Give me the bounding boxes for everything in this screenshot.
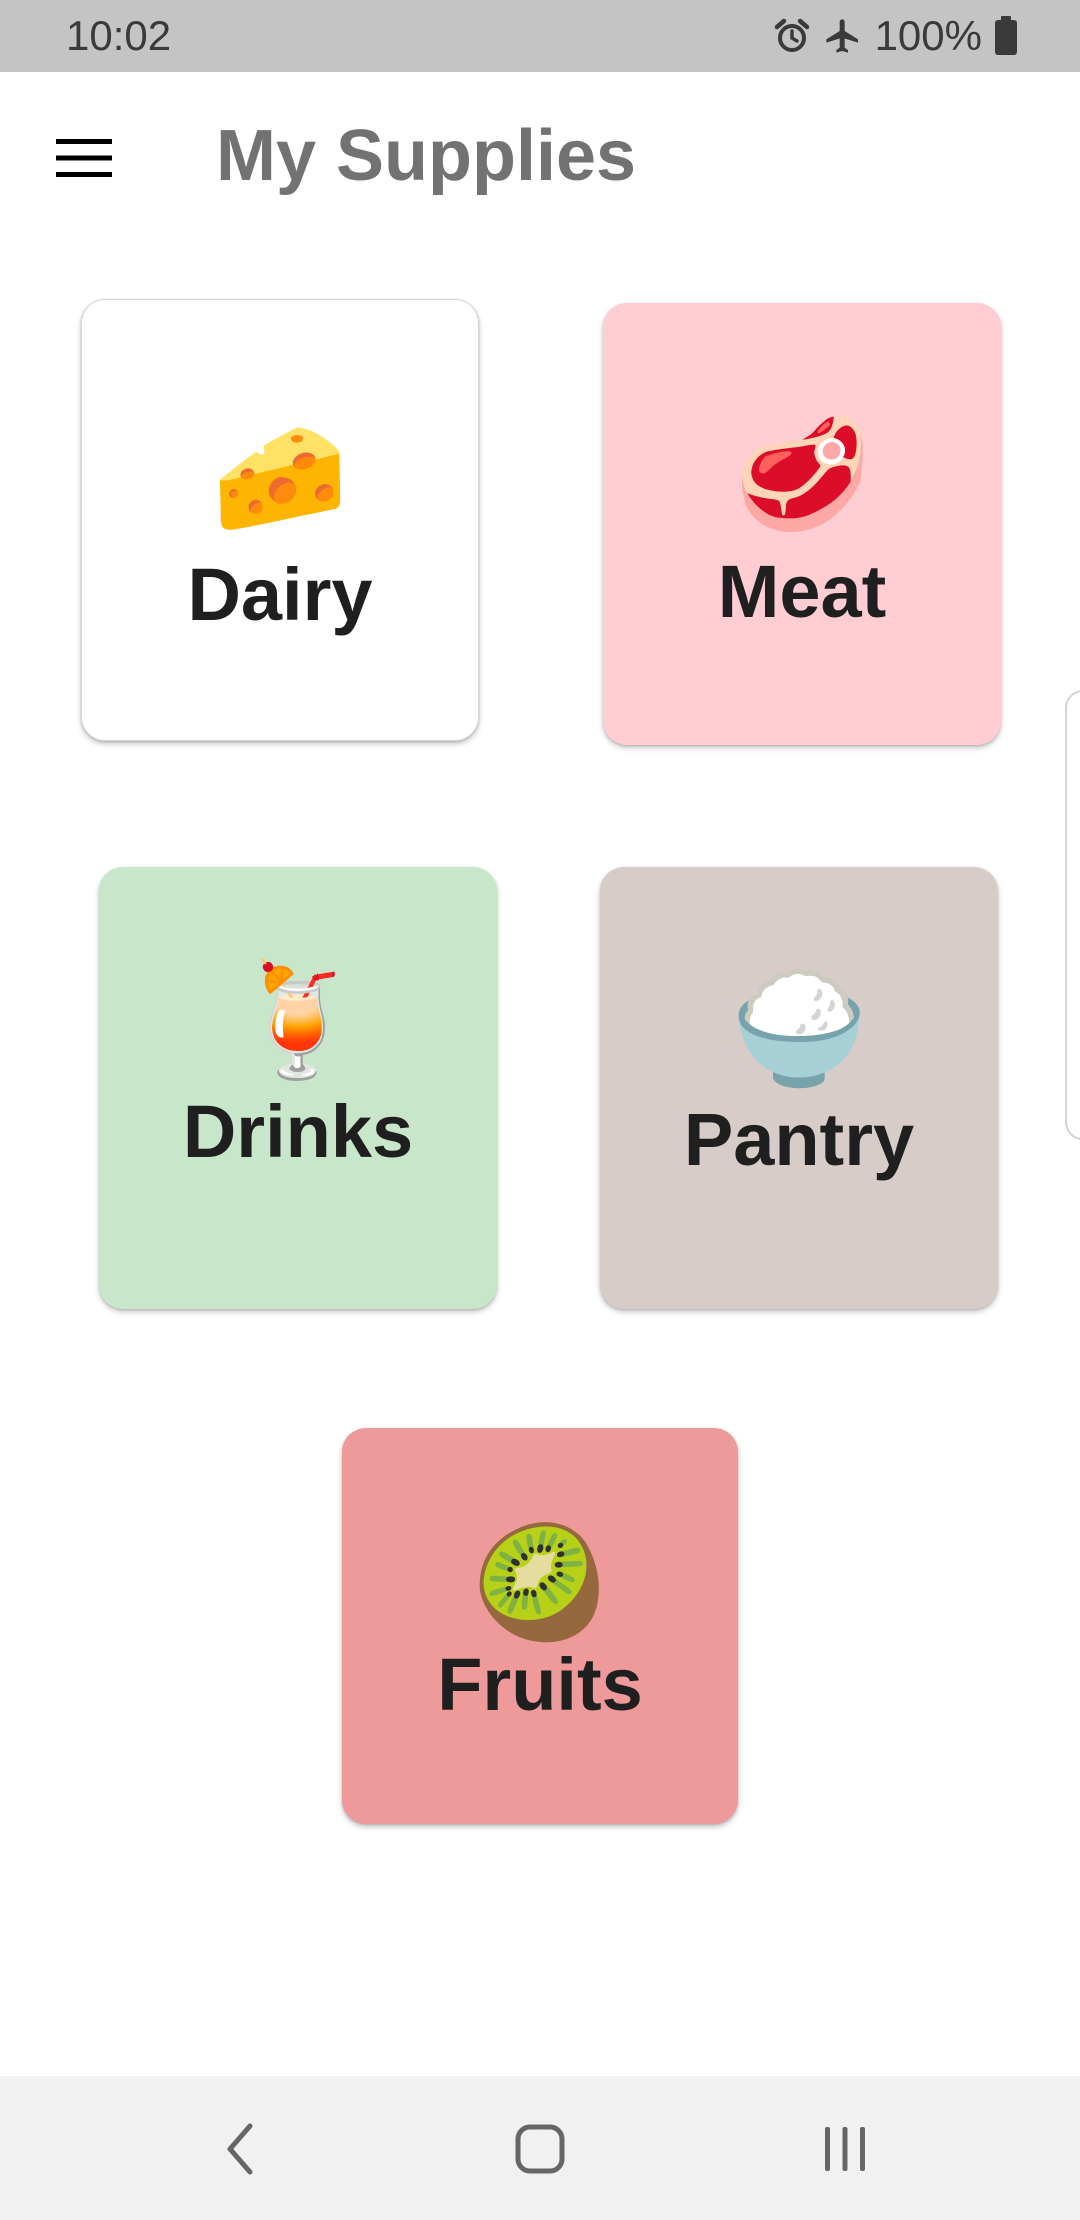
- navigation-bar: [0, 2076, 1080, 2220]
- kiwi-icon: 🥝: [471, 1519, 609, 1647]
- back-icon: [227, 2123, 253, 2175]
- meat-icon: 🥩: [733, 410, 871, 538]
- recents-button[interactable]: [795, 2104, 895, 2194]
- edge-panel-handle[interactable]: [1065, 690, 1080, 1140]
- status-bar: 10:02 100%: [0, 0, 1080, 72]
- category-label: Meat: [717, 550, 887, 633]
- back-button[interactable]: [190, 2104, 290, 2194]
- category-label: Dairy: [187, 553, 373, 636]
- status-time: 10:02: [66, 12, 172, 59]
- alarm-icon: [773, 17, 811, 55]
- category-card-dairy[interactable]: 🧀 Dairy: [81, 299, 479, 741]
- rice-bowl-icon: 🍚: [730, 964, 868, 1092]
- cheese-icon: 🧀: [211, 413, 349, 541]
- battery-icon: [994, 16, 1018, 56]
- recents-icon: [825, 2127, 865, 2171]
- category-card-fruits[interactable]: 🥝 Fruits: [342, 1428, 738, 1824]
- cocktail-icon: 🍹: [229, 956, 367, 1084]
- category-card-meat[interactable]: 🥩 Meat: [603, 303, 1001, 745]
- home-icon: [515, 2124, 565, 2174]
- app-bar: My Supplies: [0, 72, 1080, 242]
- hamburger-menu-icon: [56, 139, 112, 177]
- page-title: My Supplies: [216, 116, 637, 196]
- category-label: Pantry: [683, 1098, 915, 1181]
- category-card-pantry[interactable]: 🍚 Pantry: [600, 867, 998, 1309]
- airplane-icon: [823, 16, 863, 56]
- home-button[interactable]: [490, 2104, 590, 2194]
- category-label: Fruits: [437, 1643, 643, 1726]
- category-label: Drinks: [182, 1090, 414, 1173]
- menu-button[interactable]: [30, 116, 138, 200]
- status-icons: 100%: [773, 12, 1018, 60]
- category-card-drinks[interactable]: 🍹 Drinks: [99, 867, 497, 1309]
- battery-percentage: 100%: [874, 12, 982, 59]
